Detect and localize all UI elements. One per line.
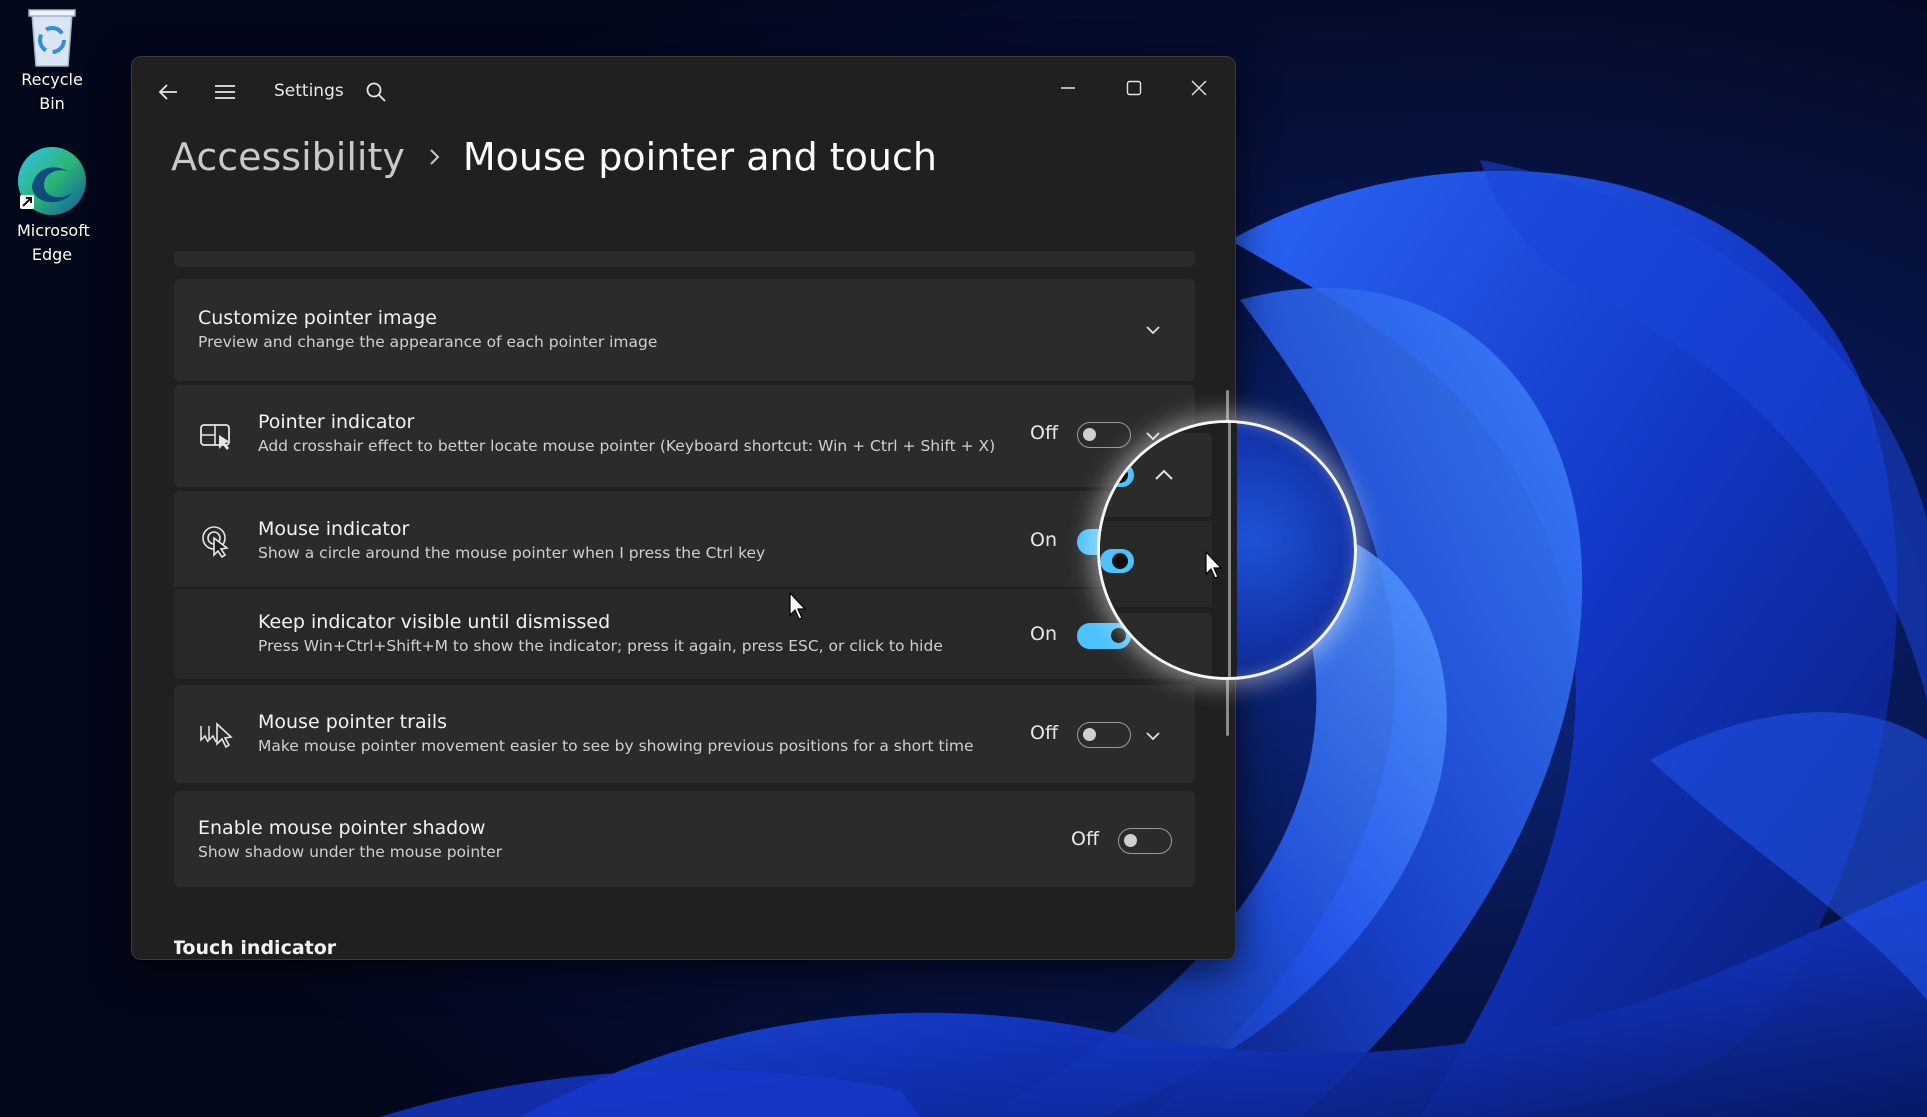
mouse-cursor-icon [789,592,807,620]
setting-description: Show shadow under the mouse pointer [198,843,503,861]
setting-description: Make mouse pointer movement easier to se… [258,737,974,755]
desktop-icon-edge[interactable]: Microsoft Edge [7,143,97,267]
pointer-shadow-card[interactable]: Enable mouse pointer shadow Show shadow … [174,791,1195,887]
minimize-button[interactable] [1043,71,1093,105]
toggle-state-label: Off [1071,828,1100,850]
mouse-indicator-icon [198,523,234,559]
toggle-knob [1083,728,1096,741]
previous-setting-card [174,251,1195,267]
setting-description: Show a circle around the mouse pointer w… [258,544,766,562]
toggle-state-label: Off [1030,722,1059,744]
setting-title: Mouse indicator [258,518,410,540]
search-icon [366,82,386,102]
toggle-state-label: On [1030,529,1057,551]
settings-window: Settings Accessibility Mouse pointer and… [131,56,1236,960]
pointer-trails-toggle[interactable] [1077,722,1131,748]
title-bar: Settings [132,57,1235,129]
close-button[interactable] [1174,71,1224,105]
setting-description: Press Win+Ctrl+Shift+M to show the indic… [258,637,943,655]
pointer-indicator-icon [198,418,234,454]
maximize-icon [1126,80,1142,96]
toggle-state-label: On [1030,623,1057,645]
pointer-indicator-card[interactable]: Pointer indicator Add crosshair effect t… [174,385,1195,487]
expand-button[interactable] [1141,724,1165,748]
navigation-menu-button[interactable] [205,72,245,112]
chevron-right-icon [430,149,440,165]
pointer-trails-card[interactable]: Mouse pointer trails Make mouse pointer … [174,685,1195,783]
pointer-trails-icon [198,717,234,753]
toggle-knob [1083,428,1096,441]
app-title: Settings [274,81,344,101]
toggle-state-label: Off [1030,422,1059,444]
keep-indicator-visible-card[interactable]: Keep indicator visible until dismissed P… [174,589,1195,679]
breadcrumb-parent[interactable]: Accessibility [171,135,405,179]
setting-description: Preview and change the appearance of eac… [198,333,658,351]
desktop-icon-label: Microsoft Edge [17,221,90,264]
setting-title: Pointer indicator [258,411,415,433]
minimize-icon [1061,87,1075,89]
back-arrow-icon [158,84,177,100]
mouse-indicator-circle [1097,420,1357,680]
settings-content: Customize pointer image Preview and chan… [174,193,1198,959]
back-button[interactable] [148,72,188,112]
chevron-down-icon [1146,732,1160,741]
search-button[interactable] [356,72,396,112]
maximize-button[interactable] [1109,71,1159,105]
section-title-touch-indicator: Touch indicator [174,937,337,959]
setting-title: Enable mouse pointer shadow [198,817,486,839]
hamburger-icon [215,85,235,99]
desktop-icon-label: Recycle Bin [21,70,83,113]
setting-title: Customize pointer image [198,307,437,329]
breadcrumb-separator [427,147,443,167]
mouse-cursor-icon [1205,551,1223,579]
expand-button[interactable] [1141,318,1165,342]
pointer-shadow-toggle[interactable] [1118,828,1172,854]
recycle-bin-icon [28,9,76,67]
setting-title: Keep indicator visible until dismissed [258,611,611,633]
customize-pointer-card[interactable]: Customize pointer image Preview and chan… [174,279,1195,381]
setting-description: Add crosshair effect to better locate mo… [258,437,996,455]
breadcrumb: Accessibility Mouse pointer and touch [171,127,937,187]
close-icon [1191,80,1207,96]
edge-icon [18,147,86,215]
chevron-down-icon [1146,326,1160,335]
toggle-knob [1124,834,1137,847]
desktop-icon-recycle-bin[interactable]: Recycle Bin [7,4,97,116]
page-title: Mouse pointer and touch [462,135,937,179]
mouse-indicator-card[interactable]: Mouse indicator Show a circle around the… [174,491,1195,587]
setting-title: Mouse pointer trails [258,711,448,733]
